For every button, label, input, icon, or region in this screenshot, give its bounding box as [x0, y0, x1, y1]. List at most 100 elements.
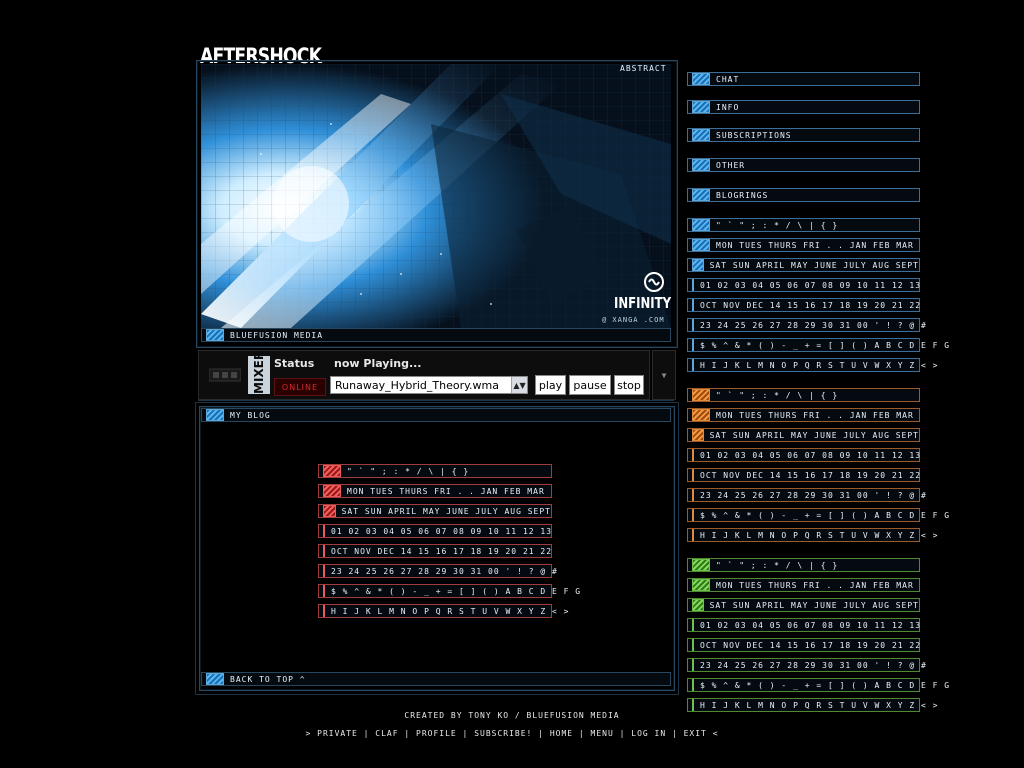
glyph-row-label: H I J K L M N O P Q R S T U V W X Y Z < …: [700, 530, 939, 540]
glyph-row-label: " ` " ; : * / \ | { }: [716, 390, 839, 400]
stripe-icon: [692, 469, 694, 481]
footer-link-subscribe[interactable]: SUBSCRIBE!: [474, 729, 532, 738]
sidebar-item-subscriptions-label: SUBSCRIPTIONS: [716, 130, 792, 140]
stripe-icon: [692, 101, 710, 113]
blog-header: MY BLOG: [201, 408, 671, 422]
stripe-icon: [323, 545, 325, 557]
glyph-row: 01 02 03 04 05 06 07 08 09 10 11 12 13: [687, 278, 920, 292]
glyph-row-label: MON TUES THURS FRI . . JAN FEB MAR: [716, 580, 914, 590]
stripe-icon: [692, 679, 694, 691]
glyph-row: 01 02 03 04 05 06 07 08 09 10 11 12 13: [687, 448, 920, 462]
sidebar-item-blogrings[interactable]: BLOGRINGS: [687, 188, 920, 202]
glyph-row: H I J K L M N O P Q R S T U V W X Y Z < …: [687, 698, 937, 712]
sidebar-item-subscriptions[interactable]: SUBSCRIPTIONS: [687, 128, 920, 142]
glyph-row: H I J K L M N O P Q R S T U V W X Y Z < …: [687, 358, 937, 372]
sidebar-item-chat-label: CHAT: [716, 74, 740, 84]
stripe-icon: [692, 599, 704, 611]
stripe-icon: [692, 489, 694, 501]
footer-link-separator: |: [532, 729, 550, 738]
glyph-row-label: $ % ^ & * ( ) - _ + = [ ] ( ) A B C D E …: [700, 510, 951, 520]
hero-artwork: [201, 64, 671, 328]
glyph-row-label: 23 24 25 26 27 28 29 30 31 00 ' ! ? @ #: [700, 320, 927, 330]
glyph-row: SAT SUN APRIL MAY JUNE JULY AUG SEPT: [318, 504, 552, 518]
footer-link-exit[interactable]: EXIT: [684, 729, 707, 738]
mixer-knobs-icon: [208, 367, 242, 383]
glyph-row: 23 24 25 26 27 28 29 30 31 00 ' ! ? @ #: [687, 658, 926, 672]
footer-link-profile[interactable]: PROFILE: [416, 729, 457, 738]
stripe-icon: [692, 659, 694, 671]
stripe-icon: [206, 673, 224, 685]
mixer-collapse-icon[interactable]: ▼: [652, 350, 676, 400]
stripe-icon: [692, 559, 710, 571]
footer-link-private[interactable]: PRIVATE: [317, 729, 358, 738]
status-label: Status: [274, 357, 315, 370]
stripe-icon: [692, 299, 694, 311]
footer-link-menu[interactable]: MENU: [591, 729, 614, 738]
stripe-icon: [692, 239, 710, 251]
stripe-icon: [692, 339, 694, 351]
glyph-row-label: SAT SUN APRIL MAY JUNE JULY AUG SEPT: [341, 506, 551, 516]
infinity-icon: [644, 272, 664, 292]
stripe-icon: [692, 319, 694, 331]
stripe-icon: [323, 605, 325, 617]
track-select[interactable]: Runaway_Hybrid_Theory.wma ▲▼: [330, 376, 528, 394]
play-button[interactable]: play: [535, 375, 566, 395]
glyph-row-label: SAT SUN APRIL MAY JUNE JULY AUG SEPT: [709, 430, 919, 440]
glyph-row-label: SAT SUN APRIL MAY JUNE JULY AUG SEPT: [709, 260, 919, 270]
stripe-icon: [692, 359, 694, 371]
stripe-icon: [692, 409, 710, 421]
glyph-row: SAT SUN APRIL MAY JUNE JULY AUG SEPT: [687, 428, 920, 442]
stripe-icon: [692, 509, 694, 521]
glyph-row-label: " ` " ; : * / \ | { }: [347, 466, 470, 476]
glyph-row-label: 23 24 25 26 27 28 29 30 31 00 ' ! ? @ #: [700, 490, 927, 500]
glyph-row-label: H I J K L M N O P Q R S T U V W X Y Z < …: [700, 360, 939, 370]
glyph-row: 01 02 03 04 05 06 07 08 09 10 11 12 13: [318, 524, 552, 538]
glyph-row-label: 01 02 03 04 05 06 07 08 09 10 11 12 13: [700, 280, 922, 290]
stripe-icon: [323, 485, 341, 497]
stripe-icon: [692, 529, 694, 541]
stripe-icon: [323, 505, 336, 517]
back-to-top-link[interactable]: BACK TO TOP ^: [201, 672, 671, 686]
footer-link-home[interactable]: HOME: [550, 729, 573, 738]
glyph-row: OCT NOV DEC 14 15 16 17 18 19 20 21 22: [687, 638, 920, 652]
glyph-row: MON TUES THURS FRI . . JAN FEB MAR: [687, 238, 920, 252]
mixer-label: MIXER: [248, 351, 270, 394]
footer-link-separator: |: [573, 729, 591, 738]
chevron-down-icon[interactable]: ▲▼: [511, 377, 527, 393]
glyph-row: 23 24 25 26 27 28 29 30 31 00 ' ! ? @ #: [318, 564, 557, 578]
stripe-icon: [692, 259, 704, 271]
infinity-sub: @ XANGA .COM: [602, 316, 665, 324]
glyph-row: OCT NOV DEC 14 15 16 17 18 19 20 21 22: [687, 298, 920, 312]
stripe-icon: [692, 639, 694, 651]
glyph-row: " ` " ; : * / \ | { }: [687, 388, 920, 402]
abstract-artwork: [201, 64, 671, 328]
online-status-badge: ONLINE: [274, 378, 326, 396]
glyph-row-label: 23 24 25 26 27 28 29 30 31 00 ' ! ? @ #: [700, 660, 927, 670]
infinity-brand: INFINITY: [614, 294, 672, 312]
stripe-icon: [692, 389, 710, 401]
glyph-row: " ` " ; : * / \ | { }: [687, 558, 920, 572]
stripe-icon: [692, 159, 710, 171]
glyph-row-label: MON TUES THURS FRI . . JAN FEB MAR: [347, 486, 545, 496]
glyph-row-label: OCT NOV DEC 14 15 16 17 18 19 20 21 22: [700, 640, 922, 650]
glyph-row-label: 01 02 03 04 05 06 07 08 09 10 11 12 13: [331, 526, 553, 536]
sidebar-item-info[interactable]: INFO: [687, 100, 920, 114]
footer-link-separator: |: [613, 729, 632, 738]
footer-link-log-in[interactable]: LOG IN: [631, 729, 666, 738]
track-select-value: Runaway_Hybrid_Theory.wma: [335, 378, 500, 392]
glyph-row: H I J K L M N O P Q R S T U V W X Y Z < …: [687, 528, 937, 542]
pause-button[interactable]: pause: [569, 375, 611, 395]
stripe-icon: [206, 329, 224, 341]
sidebar-item-blogrings-label: BLOGRINGS: [716, 190, 769, 200]
stripe-icon: [692, 219, 710, 231]
glyph-row-label: MON TUES THURS FRI . . JAN FEB MAR: [716, 240, 914, 250]
footer-link-claf[interactable]: CLAF: [375, 729, 398, 738]
blog-header-label: MY BLOG: [230, 410, 271, 420]
back-to-top-label: BACK TO TOP ^: [230, 674, 306, 684]
sidebar-item-other[interactable]: OTHER: [687, 158, 920, 172]
hero-corner-label: ABSTRACT: [620, 64, 667, 73]
sidebar-item-chat[interactable]: CHAT: [687, 72, 920, 86]
glyph-row-label: 01 02 03 04 05 06 07 08 09 10 11 12 13: [700, 620, 922, 630]
glyph-row-label: OCT NOV DEC 14 15 16 17 18 19 20 21 22: [700, 470, 922, 480]
stop-button[interactable]: stop: [614, 375, 644, 395]
